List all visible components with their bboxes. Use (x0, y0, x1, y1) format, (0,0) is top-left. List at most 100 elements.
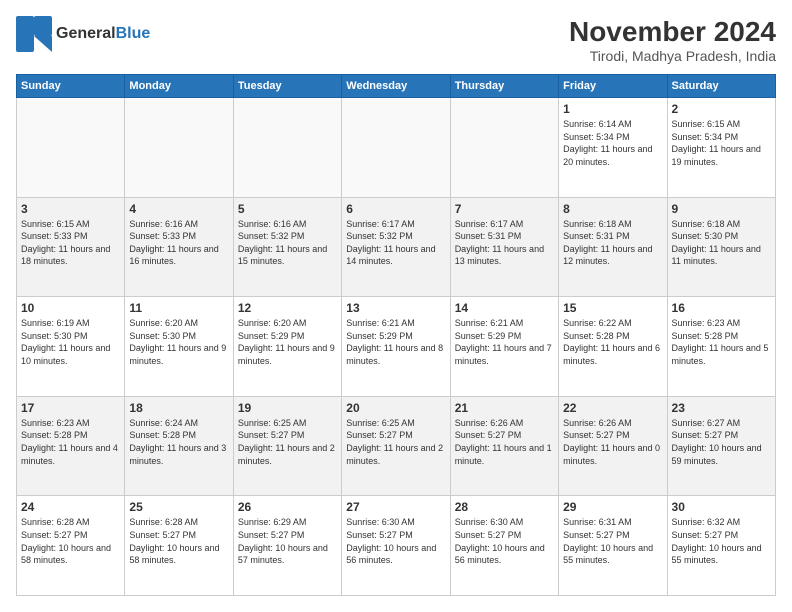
location: Tirodi, Madhya Pradesh, India (569, 48, 776, 64)
weekday-header-thursday: Thursday (450, 75, 558, 98)
calendar-week-row: 1Sunrise: 6:14 AM Sunset: 5:34 PM Daylig… (17, 98, 776, 198)
day-info: Sunrise: 6:26 AM Sunset: 5:27 PM Dayligh… (563, 417, 662, 467)
calendar-cell (342, 98, 450, 198)
day-number: 22 (563, 401, 662, 415)
calendar-table: SundayMondayTuesdayWednesdayThursdayFrid… (16, 74, 776, 596)
logo-general: General (56, 25, 116, 42)
header: GeneralBlue November 2024 Tirodi, Madhya… (16, 16, 776, 64)
day-number: 30 (672, 500, 771, 514)
calendar-week-row: 17 Sunrise: 6:23 AM Sunset: 5:28 PM Dayli… (17, 396, 776, 496)
calendar-cell: 21Sunrise: 6:26 AM Sunset: 5:27 PM Dayli… (450, 396, 558, 496)
day-number: 25 (129, 500, 228, 514)
day-info: Sunrise: 6:15 AM Sunset: 5:33 PM Dayligh… (21, 218, 120, 268)
logo: GeneralBlue (16, 16, 150, 52)
calendar-cell: 17 Sunrise: 6:23 AM Sunset: 5:28 PM Dayli… (17, 396, 125, 496)
day-number: 14 (455, 301, 554, 315)
weekday-header-row: SundayMondayTuesdayWednesdayThursdayFrid… (17, 75, 776, 98)
day-number: 5 (238, 202, 337, 216)
weekday-header-wednesday: Wednesday (342, 75, 450, 98)
calendar-cell: 9 Sunrise: 6:18 AM Sunset: 5:30 PM Daylig… (667, 197, 775, 297)
calendar-cell: 8Sunrise: 6:18 AM Sunset: 5:31 PM Daylig… (559, 197, 667, 297)
day-info: Sunrise: 6:22 AM Sunset: 5:28 PM Dayligh… (563, 317, 662, 367)
calendar-cell: 13 Sunrise: 6:21 AM Sunset: 5:29 PM Dayli… (342, 297, 450, 397)
calendar-header: SundayMondayTuesdayWednesdayThursdayFrid… (17, 75, 776, 98)
day-info: Sunrise: 6:20 AM Sunset: 5:30 PM Dayligh… (129, 317, 228, 367)
logo-icon (16, 16, 52, 52)
calendar-cell: 24Sunrise: 6:28 AM Sunset: 5:27 PM Dayli… (17, 496, 125, 596)
day-number: 17 (21, 401, 120, 415)
calendar-cell: 10 Sunrise: 6:19 AM Sunset: 5:30 PM Dayli… (17, 297, 125, 397)
day-info: Sunrise: 6:21 AM Sunset: 5:29 PM Dayligh… (455, 317, 554, 367)
day-info: Sunrise: 6:17 AM Sunset: 5:31 PM Dayligh… (455, 218, 554, 268)
calendar-cell (233, 98, 341, 198)
day-number: 11 (129, 301, 228, 315)
logo-blue: Blue (116, 25, 151, 42)
day-info: Sunrise: 6:15 AM Sunset: 5:34 PM Dayligh… (672, 118, 771, 168)
day-info: Sunrise: 6:27 AM Sunset: 5:27 PM Dayligh… (672, 417, 771, 467)
day-info: Sunrise: 6:18 AM Sunset: 5:31 PM Dayligh… (563, 218, 662, 268)
calendar-body: 1Sunrise: 6:14 AM Sunset: 5:34 PM Daylig… (17, 98, 776, 596)
day-number: 4 (129, 202, 228, 216)
day-info: Sunrise: 6:28 AM Sunset: 5:27 PM Dayligh… (21, 516, 120, 566)
calendar-cell: 23 Sunrise: 6:27 AM Sunset: 5:27 PM Dayli… (667, 396, 775, 496)
day-number: 10 (21, 301, 120, 315)
day-number: 18 (129, 401, 228, 415)
calendar-cell: 2 Sunrise: 6:15 AM Sunset: 5:34 PM Daylig… (667, 98, 775, 198)
calendar-week-row: 3 Sunrise: 6:15 AM Sunset: 5:33 PM Daylig… (17, 197, 776, 297)
calendar-cell: 29Sunrise: 6:31 AM Sunset: 5:27 PM Dayli… (559, 496, 667, 596)
day-number: 9 (672, 202, 771, 216)
calendar-cell (125, 98, 233, 198)
day-info: Sunrise: 6:30 AM Sunset: 5:27 PM Dayligh… (346, 516, 445, 566)
day-number: 3 (21, 202, 120, 216)
day-info: Sunrise: 6:30 AM Sunset: 5:27 PM Dayligh… (455, 516, 554, 566)
day-info: Sunrise: 6:25 AM Sunset: 5:27 PM Dayligh… (346, 417, 445, 467)
calendar-cell: 6Sunrise: 6:17 AM Sunset: 5:32 PM Daylig… (342, 197, 450, 297)
calendar-week-row: 24Sunrise: 6:28 AM Sunset: 5:27 PM Dayli… (17, 496, 776, 596)
day-number: 13 (346, 301, 445, 315)
calendar-week-row: 10 Sunrise: 6:19 AM Sunset: 5:30 PM Dayli… (17, 297, 776, 397)
calendar-cell: 25 Sunrise: 6:28 AM Sunset: 5:27 PM Dayli… (125, 496, 233, 596)
day-info: Sunrise: 6:21 AM Sunset: 5:29 PM Dayligh… (346, 317, 445, 367)
day-info: Sunrise: 6:28 AM Sunset: 5:27 PM Dayligh… (129, 516, 228, 566)
day-number: 28 (455, 500, 554, 514)
day-number: 23 (672, 401, 771, 415)
weekday-header-tuesday: Tuesday (233, 75, 341, 98)
day-info: Sunrise: 6:16 AM Sunset: 5:32 PM Dayligh… (238, 218, 337, 268)
day-info: Sunrise: 6:19 AM Sunset: 5:30 PM Dayligh… (21, 317, 120, 367)
calendar-cell: 18 Sunrise: 6:24 AM Sunset: 5:28 PM Dayli… (125, 396, 233, 496)
calendar-cell: 4 Sunrise: 6:16 AM Sunset: 5:33 PM Daylig… (125, 197, 233, 297)
title-section: November 2024 Tirodi, Madhya Pradesh, In… (569, 16, 776, 64)
day-info: Sunrise: 6:25 AM Sunset: 5:27 PM Dayligh… (238, 417, 337, 467)
month-title: November 2024 (569, 16, 776, 48)
day-info: Sunrise: 6:29 AM Sunset: 5:27 PM Dayligh… (238, 516, 337, 566)
calendar-cell (17, 98, 125, 198)
day-info: Sunrise: 6:23 AM Sunset: 5:28 PM Dayligh… (21, 417, 120, 467)
day-info: Sunrise: 6:23 AM Sunset: 5:28 PM Dayligh… (672, 317, 771, 367)
weekday-header-friday: Friday (559, 75, 667, 98)
day-number: 6 (346, 202, 445, 216)
calendar-cell: 1Sunrise: 6:14 AM Sunset: 5:34 PM Daylig… (559, 98, 667, 198)
day-number: 21 (455, 401, 554, 415)
calendar-cell: 30 Sunrise: 6:32 AM Sunset: 5:27 PM Dayli… (667, 496, 775, 596)
calendar-cell: 19 Sunrise: 6:25 AM Sunset: 5:27 PM Dayli… (233, 396, 341, 496)
day-number: 19 (238, 401, 337, 415)
day-info: Sunrise: 6:18 AM Sunset: 5:30 PM Dayligh… (672, 218, 771, 268)
calendar-cell: 15Sunrise: 6:22 AM Sunset: 5:28 PM Dayli… (559, 297, 667, 397)
day-number: 2 (672, 102, 771, 116)
day-number: 1 (563, 102, 662, 116)
weekday-header-monday: Monday (125, 75, 233, 98)
calendar-cell: 12Sunrise: 6:20 AM Sunset: 5:29 PM Dayli… (233, 297, 341, 397)
calendar-cell: 28 Sunrise: 6:30 AM Sunset: 5:27 PM Dayli… (450, 496, 558, 596)
weekday-header-saturday: Saturday (667, 75, 775, 98)
day-info: Sunrise: 6:24 AM Sunset: 5:28 PM Dayligh… (129, 417, 228, 467)
day-number: 26 (238, 500, 337, 514)
page: GeneralBlue November 2024 Tirodi, Madhya… (0, 0, 792, 612)
day-number: 7 (455, 202, 554, 216)
calendar-cell: 22 Sunrise: 6:26 AM Sunset: 5:27 PM Dayli… (559, 396, 667, 496)
day-info: Sunrise: 6:16 AM Sunset: 5:33 PM Dayligh… (129, 218, 228, 268)
day-number: 29 (563, 500, 662, 514)
day-number: 16 (672, 301, 771, 315)
calendar-cell: 27Sunrise: 6:30 AM Sunset: 5:27 PM Dayli… (342, 496, 450, 596)
day-info: Sunrise: 6:32 AM Sunset: 5:27 PM Dayligh… (672, 516, 771, 566)
calendar-cell: 5 Sunrise: 6:16 AM Sunset: 5:32 PM Daylig… (233, 197, 341, 297)
